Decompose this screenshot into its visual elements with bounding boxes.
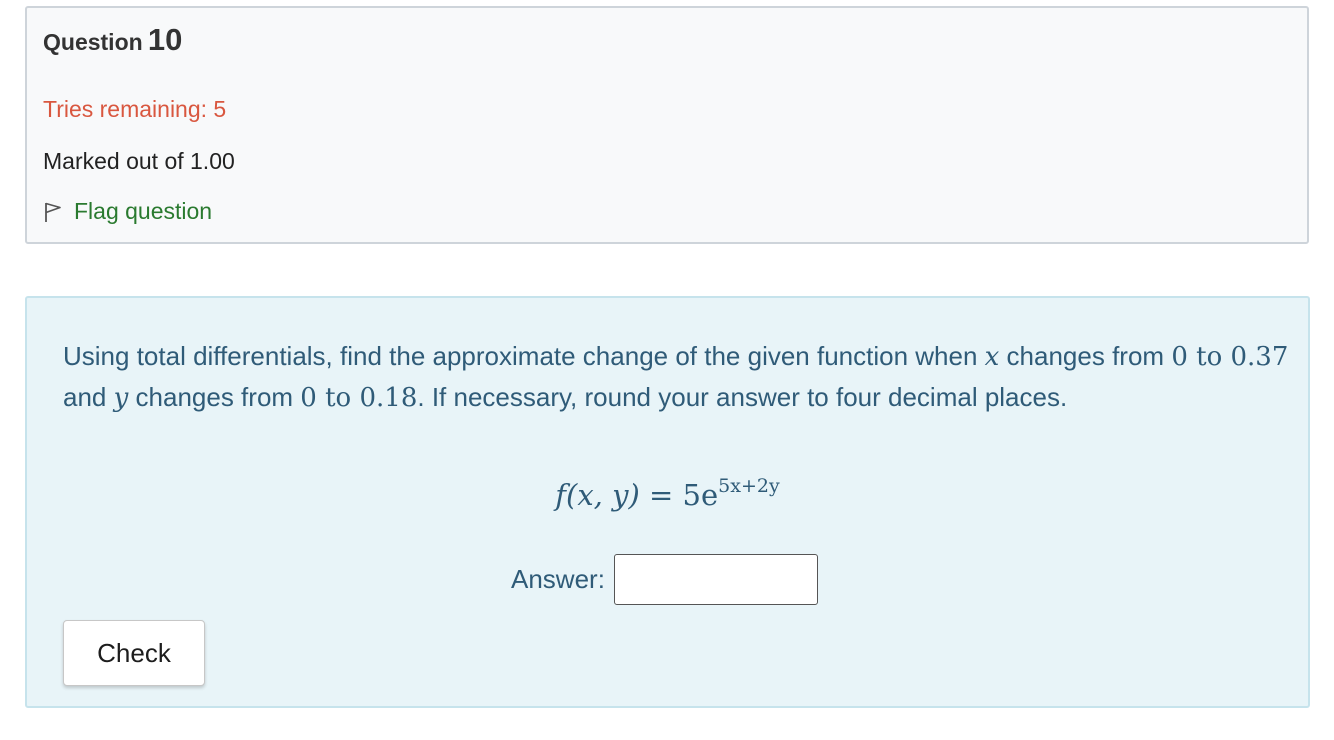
- answer-label: Answer:: [511, 564, 605, 594]
- math-to: to: [1187, 342, 1231, 372]
- formula-exponent: 5x+2y: [718, 475, 780, 497]
- math-y-from: 0: [300, 383, 317, 413]
- question-text-part: changes from: [999, 341, 1172, 371]
- math-var-y: y: [113, 383, 129, 413]
- answer-input[interactable]: [613, 554, 818, 605]
- check-button[interactable]: Check: [63, 620, 205, 686]
- math-y-to: 0.18: [359, 383, 418, 413]
- function-formula: f(x, y) = 5e5x+2y: [27, 475, 1308, 513]
- math-x-from: 0: [1171, 342, 1188, 372]
- question-text-part: Using total differentials, find the appr…: [63, 341, 985, 371]
- math-x-to: 0.37: [1230, 342, 1289, 372]
- answer-row: Answer:: [511, 554, 818, 605]
- question-text-part: and: [63, 382, 114, 412]
- flag-question-link[interactable]: Flag question: [43, 198, 212, 225]
- formula-rhs: = 5e: [639, 478, 719, 512]
- tries-remaining: Tries remaining: 5: [43, 96, 227, 122]
- formula-args: (x, y): [566, 478, 640, 512]
- question-heading: Question 10: [43, 22, 182, 58]
- flag-outline-icon: [43, 201, 63, 223]
- question-content-panel: Using total differentials, find the appr…: [25, 296, 1310, 708]
- flag-question-label: Flag question: [74, 198, 213, 224]
- formula-f: f: [555, 478, 566, 512]
- math-var-x: x: [984, 342, 1000, 372]
- question-number: 10: [147, 22, 183, 57]
- question-info-panel: Question 10 Tries remaining: 5 Marked ou…: [25, 6, 1309, 244]
- question-text-part: changes from: [128, 382, 301, 412]
- question-label: Question: [43, 29, 143, 55]
- question-text: Using total differentials, find the appr…: [63, 336, 1293, 418]
- math-to: to: [316, 383, 360, 413]
- question-text-part: . If necessary, round your answer to fou…: [417, 382, 1068, 412]
- marked-out-of: Marked out of 1.00: [43, 148, 235, 174]
